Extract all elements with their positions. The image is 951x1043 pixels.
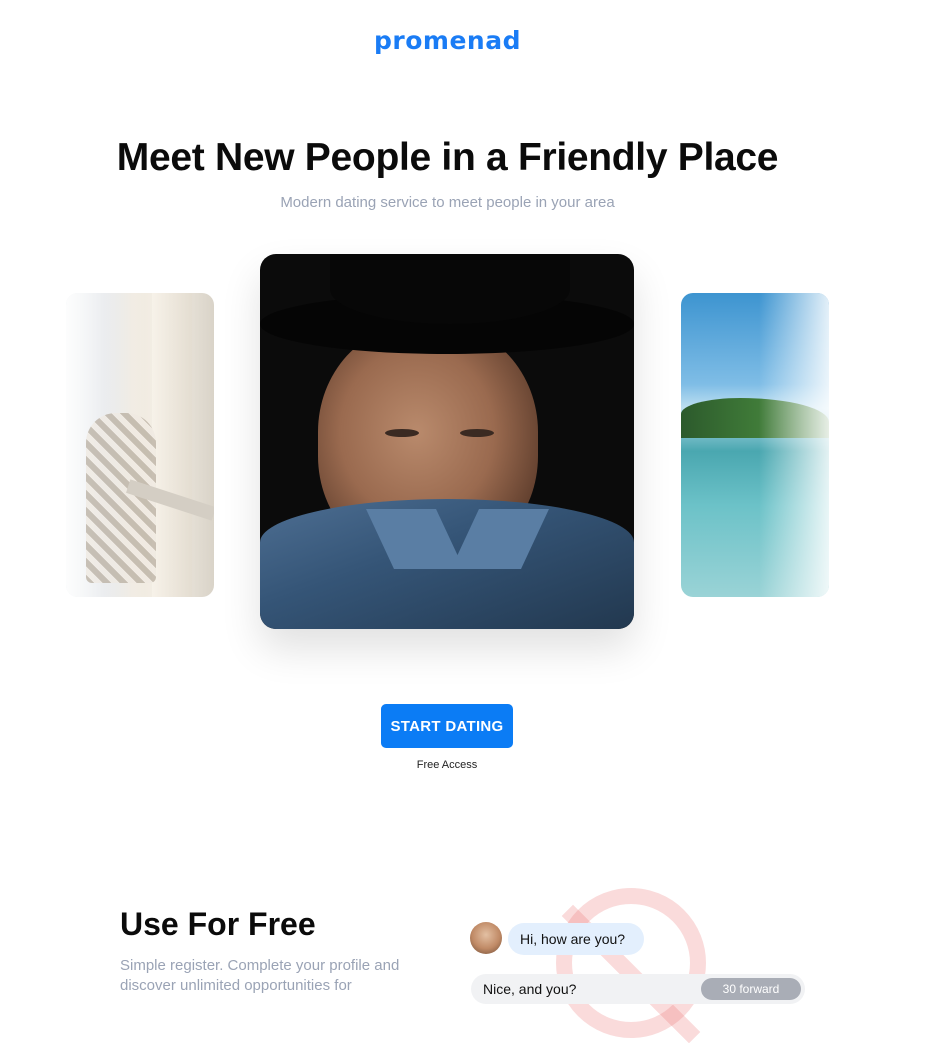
- chat-avatar: [470, 922, 502, 954]
- prohibited-icon: [556, 888, 706, 1038]
- chat-bubble-outgoing-text: Nice, and you?: [483, 981, 577, 997]
- profile-photo-right: [681, 293, 829, 597]
- chat-bubble-outgoing: Nice, and you? 30 forward: [471, 974, 805, 1004]
- profile-photo-left: [66, 293, 214, 597]
- chat-bubble-tag: 30 forward: [701, 978, 801, 1000]
- section-text: Simple register. Complete your profile a…: [120, 957, 400, 994]
- free-access-note: Free Access: [416, 759, 478, 771]
- photo-trees: [681, 398, 829, 438]
- profile-photo-center: [260, 254, 634, 629]
- photo-pillar: [152, 293, 192, 597]
- photo-hat-top: [330, 254, 570, 324]
- photo-eye-right: [460, 429, 494, 437]
- hero-subtitle: Modern dating service to meet people in …: [280, 194, 615, 211]
- photo-eye-left: [385, 429, 419, 437]
- chat-bubble-incoming: Hi, how are you?: [508, 923, 644, 955]
- hero-title: Meet New People in a Friendly Place: [116, 136, 779, 179]
- brand-logo[interactable]: promenad: [0, 26, 895, 55]
- start-dating-button[interactable]: START DATING: [381, 704, 513, 748]
- section-title: Use For Free: [120, 906, 316, 942]
